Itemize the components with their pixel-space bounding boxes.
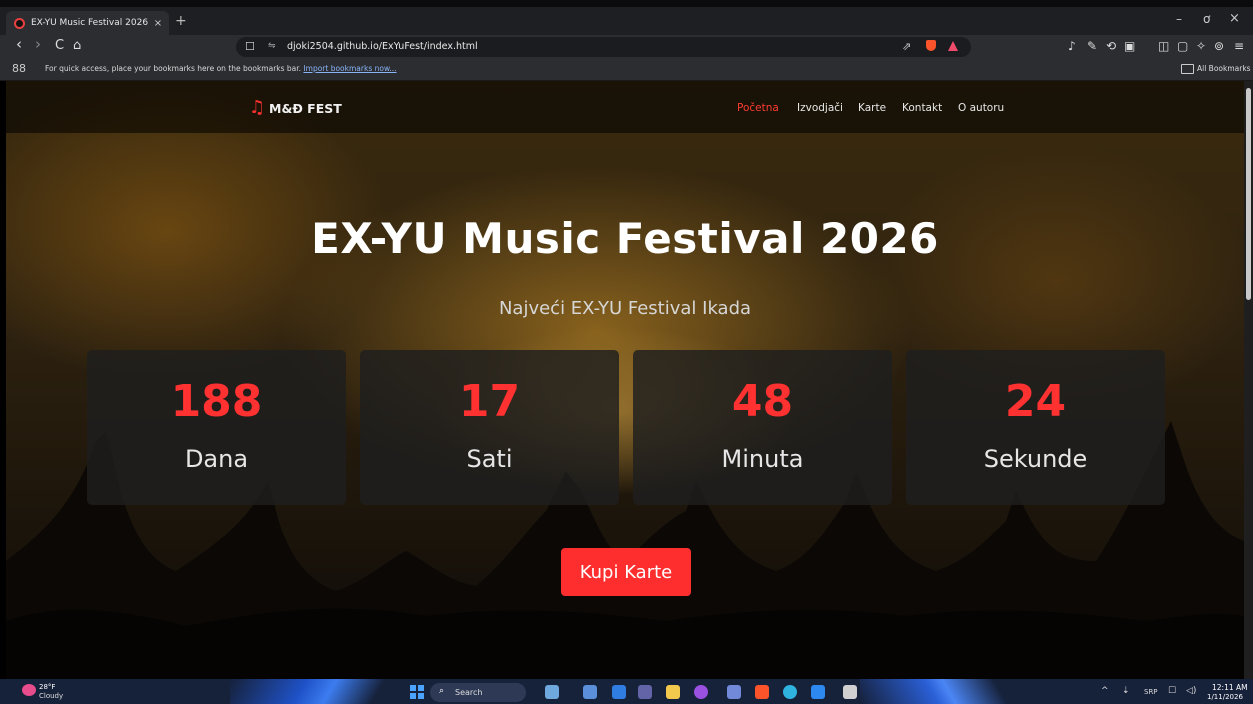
import-bookmarks-link[interactable]: Import bookmarks now... bbox=[303, 64, 396, 73]
music-note-icon[interactable]: ♫ bbox=[249, 99, 265, 117]
countdown-hours: 17 Sati bbox=[360, 350, 619, 505]
show-hidden-icons-chevron-icon[interactable]: ^ bbox=[1101, 686, 1109, 696]
browser-tab[interactable]: EX-YU Music Festival 2026 | M&Đ × bbox=[6, 11, 169, 35]
clock-date[interactable]: 1/11/2026 bbox=[1207, 693, 1243, 701]
page-viewport: ♫ M&Đ FEST Početna Izvodjači Karte Konta… bbox=[6, 81, 1244, 679]
forward-button[interactable]: › bbox=[35, 36, 41, 52]
countdown-hours-value: 17 bbox=[458, 376, 521, 427]
hero-subtitle: Najveći EX-YU Festival Ikada bbox=[498, 298, 752, 319]
weather-icon[interactable] bbox=[22, 684, 36, 696]
site-favicon-icon bbox=[14, 17, 25, 29]
minimize-window-button[interactable]: – bbox=[1176, 12, 1182, 26]
tab-close-icon[interactable]: × bbox=[151, 18, 165, 29]
nav-link-o-autoru[interactable]: O autoru bbox=[958, 102, 1004, 114]
close-window-button[interactable]: × bbox=[1229, 11, 1240, 26]
countdown-days-label: Dana bbox=[184, 445, 249, 473]
clock-time[interactable]: 12:11 AM bbox=[1212, 683, 1248, 692]
input-language-indicator[interactable]: SRP bbox=[1144, 688, 1158, 696]
windows-taskbar bbox=[0, 679, 1253, 704]
extensions-icon[interactable]: ⟲ bbox=[1106, 39, 1116, 53]
calculator-app-icon[interactable] bbox=[843, 685, 857, 699]
start-button[interactable] bbox=[410, 685, 424, 699]
all-bookmarks-button[interactable]: All Bookmarks bbox=[1197, 64, 1251, 73]
countdown-hours-label: Sati bbox=[466, 445, 513, 473]
file-explorer-icon[interactable] bbox=[666, 685, 680, 699]
search-label: Search bbox=[455, 688, 483, 697]
scrollbar-thumb[interactable] bbox=[1246, 88, 1251, 300]
tab-bar bbox=[0, 7, 1253, 35]
url-text[interactable]: djoki2504.github.io/ExYuFest/index.html bbox=[287, 41, 478, 52]
countdown-minutes-value: 48 bbox=[731, 376, 794, 427]
countdown-minutes: 48 Minuta bbox=[633, 350, 892, 505]
site-info-icon[interactable]: ⇋ bbox=[268, 41, 276, 51]
home-button[interactable]: ⌂ bbox=[73, 38, 81, 54]
site-logo[interactable]: M&Đ FEST bbox=[269, 101, 342, 116]
brave-browser-icon[interactable] bbox=[755, 685, 769, 699]
edge-browser-icon[interactable] bbox=[783, 685, 797, 699]
restore-window-button[interactable]: ơ bbox=[1203, 12, 1210, 26]
screenshot-icon[interactable]: ▣ bbox=[1124, 39, 1135, 53]
copilot-app-icon[interactable] bbox=[612, 685, 626, 699]
countdown-days-value: 188 bbox=[170, 376, 263, 427]
volume-icon[interactable]: ◁) bbox=[1186, 686, 1196, 696]
countdown-seconds-label: Sekunde bbox=[983, 445, 1088, 473]
countdown-days: 188 Dana bbox=[87, 350, 346, 505]
bookmarks-hint-text: For quick access, place your bookmarks h… bbox=[45, 64, 302, 73]
nav-link-pocetna[interactable]: Početna bbox=[737, 102, 779, 114]
brave-shields-icon[interactable] bbox=[926, 40, 936, 51]
reload-button[interactable]: C bbox=[55, 38, 64, 54]
weather-description[interactable]: Cloudy bbox=[39, 692, 63, 700]
file-app-icon[interactable] bbox=[583, 685, 597, 699]
sidebar-icon[interactable]: ◫ bbox=[1158, 39, 1169, 53]
site-navbar bbox=[6, 81, 1244, 133]
new-tab-button[interactable]: + bbox=[175, 13, 187, 29]
search-icon: ⌕ bbox=[439, 686, 445, 696]
vscode-app-icon[interactable] bbox=[811, 685, 825, 699]
network-icon[interactable]: ☐ bbox=[1168, 686, 1176, 696]
bookmark-page-icon[interactable]: ☐ bbox=[245, 40, 255, 53]
menu-icon[interactable]: ≡ bbox=[1234, 39, 1244, 53]
nav-link-kontakt[interactable]: Kontakt bbox=[902, 102, 942, 114]
draw-icon[interactable]: ✎ bbox=[1087, 39, 1097, 53]
folder-icon bbox=[1181, 64, 1194, 74]
taskbar-wallpaper-accent bbox=[860, 679, 1020, 704]
countdown-seconds: 24 Sekunde bbox=[906, 350, 1165, 505]
countdown-minutes-label: Minuta bbox=[721, 445, 804, 473]
microphone-icon[interactable]: ⇣ bbox=[1122, 686, 1130, 696]
window-top-edge bbox=[0, 0, 1253, 7]
brave-rewards-icon[interactable] bbox=[948, 41, 958, 51]
apps-grid-icon[interactable]: 88 bbox=[12, 62, 26, 75]
hero-title: EX-YU Music Festival 2026 bbox=[311, 214, 939, 263]
tab-view-icon[interactable]: ▢ bbox=[1177, 39, 1188, 53]
tab-title: EX-YU Music Festival 2026 | M&Đ bbox=[31, 18, 151, 28]
vpn-icon[interactable]: ⊚ bbox=[1214, 39, 1224, 53]
weather-temperature[interactable]: 28°F bbox=[39, 683, 55, 691]
media-icon[interactable]: ♪ bbox=[1068, 39, 1076, 53]
share-icon[interactable]: ⇗ bbox=[902, 40, 911, 53]
nav-link-karte[interactable]: Karte bbox=[858, 102, 886, 114]
nav-link-izvodjaci[interactable]: Izvodjači bbox=[797, 102, 843, 114]
countdown-seconds-value: 24 bbox=[1004, 376, 1067, 427]
discord-app-icon[interactable] bbox=[727, 685, 741, 699]
teams-app-icon[interactable] bbox=[638, 685, 652, 699]
back-button[interactable]: ‹ bbox=[16, 36, 22, 52]
buy-tickets-button[interactable]: Kupi Karte bbox=[561, 548, 691, 596]
leo-ai-icon[interactable]: ✧ bbox=[1196, 39, 1206, 53]
widgets-app-icon[interactable] bbox=[545, 685, 559, 699]
bookmarks-hint: For quick access, place your bookmarks h… bbox=[45, 64, 397, 73]
app-heart-icon[interactable] bbox=[694, 685, 708, 699]
taskbar-wallpaper-accent bbox=[230, 679, 410, 704]
